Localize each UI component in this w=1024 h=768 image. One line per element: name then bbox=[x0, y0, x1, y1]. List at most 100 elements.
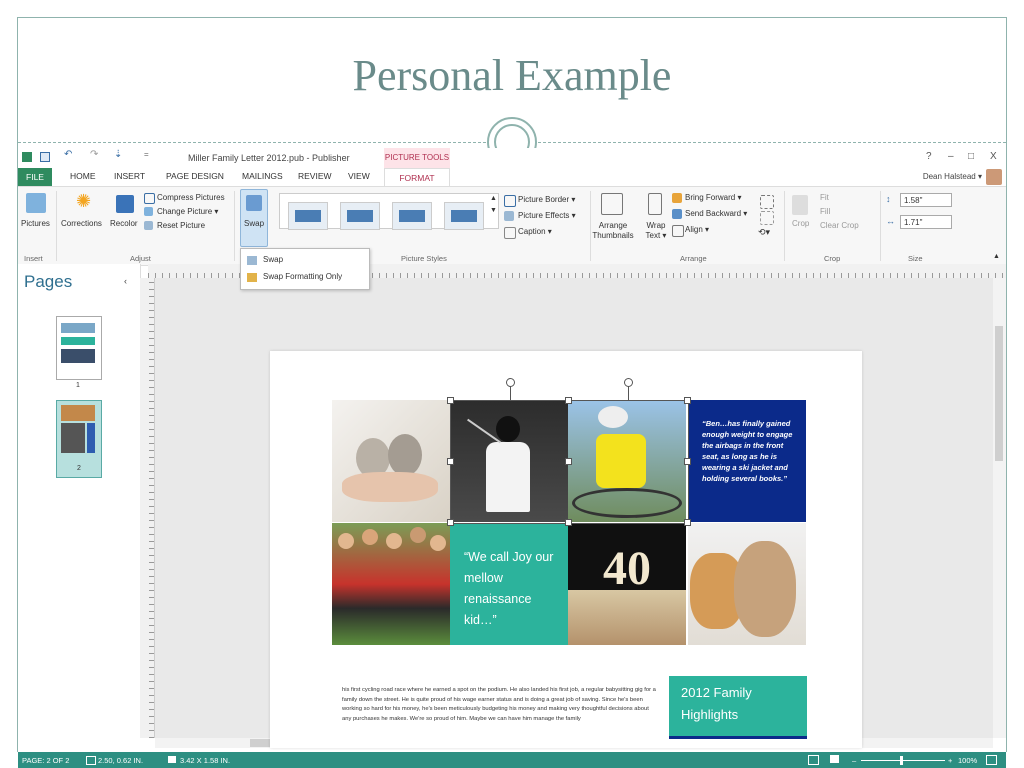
resize-handle[interactable] bbox=[684, 519, 691, 526]
zoom-in-icon[interactable]: + bbox=[948, 756, 952, 765]
fill-button[interactable]: Fill bbox=[820, 207, 830, 216]
vertical-ruler[interactable] bbox=[140, 278, 155, 738]
picture-border-button[interactable]: Picture Border ▾ bbox=[518, 195, 575, 204]
avatar[interactable] bbox=[986, 169, 1002, 185]
family-highlights-heading[interactable]: 2012 Family Highlights bbox=[669, 676, 807, 736]
resize-handle[interactable] bbox=[684, 458, 691, 465]
picture-style-2[interactable] bbox=[340, 202, 380, 230]
crop-button[interactable]: Crop bbox=[792, 219, 809, 228]
birthday-cake-photo[interactable]: 40 bbox=[568, 523, 686, 645]
tab-insert[interactable]: INSERT bbox=[114, 171, 145, 181]
tab-review[interactable]: REVIEW bbox=[298, 171, 332, 181]
resize-handle[interactable] bbox=[447, 519, 454, 526]
swap-icon bbox=[246, 195, 262, 211]
ungroup-icon[interactable] bbox=[760, 211, 774, 225]
width-field[interactable]: 1.71" bbox=[900, 215, 952, 229]
zoom-slider-thumb[interactable] bbox=[900, 756, 903, 765]
close-button[interactable]: X bbox=[990, 151, 997, 162]
resize-handle[interactable] bbox=[447, 458, 454, 465]
bring-forward-button[interactable]: Bring Forward ▾ bbox=[685, 193, 741, 202]
zoom-out-icon[interactable]: – bbox=[852, 756, 856, 765]
rotate-icon[interactable]: ⟲▾ bbox=[758, 227, 770, 238]
tab-view[interactable]: VIEW bbox=[348, 171, 370, 181]
single-page-view-icon[interactable] bbox=[808, 755, 819, 765]
blue-quote-box[interactable]: “Ben…has finally gained enough weight to… bbox=[688, 400, 806, 522]
wrap-text-icon[interactable] bbox=[648, 193, 662, 215]
clear-crop-button[interactable]: Clear Crop bbox=[820, 221, 859, 230]
page-thumbnail-2[interactable]: 2 bbox=[56, 400, 102, 478]
align-button[interactable]: Align ▾ bbox=[685, 225, 709, 234]
pictures-icon[interactable] bbox=[26, 193, 46, 213]
reset-picture-button[interactable]: Reset Picture bbox=[157, 221, 205, 230]
crop-group-label: Crop bbox=[824, 254, 841, 263]
help-button[interactable]: ? bbox=[926, 151, 932, 162]
cat-and-dog-photo[interactable] bbox=[688, 523, 806, 645]
resize-handle[interactable] bbox=[565, 519, 572, 526]
caption-button[interactable]: Caption ▾ bbox=[518, 227, 552, 236]
hamsters-photo[interactable] bbox=[332, 400, 450, 522]
zoom-level[interactable]: 100% bbox=[958, 756, 977, 765]
picture-styles-group-label: Picture Styles bbox=[401, 254, 447, 263]
zoom-slider[interactable] bbox=[861, 760, 945, 761]
swap-dropdown-menu: Swap Swap Formatting Only bbox=[240, 248, 370, 290]
tab-home[interactable]: HOME bbox=[70, 171, 96, 181]
resize-handle[interactable] bbox=[565, 397, 572, 404]
resize-handle[interactable] bbox=[684, 397, 691, 404]
teal-quote-box[interactable]: “We call Joy our mellow renaissance kid…… bbox=[450, 523, 568, 645]
fit-button[interactable]: Fit bbox=[820, 193, 829, 202]
user-name[interactable]: Dean Halstead ▾ bbox=[923, 172, 982, 181]
arrange-thumbnails-button[interactable]: Arrange Thumbnails bbox=[591, 221, 635, 241]
two-page-view-icon[interactable] bbox=[830, 755, 839, 763]
recolor-button[interactable]: Recolor bbox=[110, 219, 138, 228]
tab-format[interactable]: FORMAT bbox=[384, 168, 450, 186]
vertical-scrollbar[interactable] bbox=[993, 278, 1006, 738]
height-field[interactable]: 1.58" bbox=[900, 193, 952, 207]
change-picture-button[interactable]: Change Picture ▾ bbox=[157, 207, 218, 216]
resize-handle[interactable] bbox=[447, 397, 454, 404]
redo-icon[interactable]: ↷ bbox=[90, 149, 100, 160]
format-painter-icon[interactable]: ⇣ bbox=[114, 149, 124, 160]
collapse-ribbon-icon[interactable]: ▲ bbox=[993, 253, 1000, 260]
page-thumbnail-1[interactable] bbox=[56, 316, 102, 380]
minimize-button[interactable]: – bbox=[948, 151, 954, 162]
picture-effects-button[interactable]: Picture Effects ▾ bbox=[518, 211, 576, 220]
picture-style-4[interactable] bbox=[444, 202, 484, 230]
rotation-handle[interactable] bbox=[506, 378, 515, 387]
soccer-girls-photo[interactable] bbox=[332, 523, 450, 645]
picture-style-1[interactable] bbox=[288, 202, 328, 230]
compress-pictures-button[interactable]: Compress Pictures bbox=[157, 193, 225, 202]
align-icon bbox=[672, 225, 684, 237]
send-backward-button[interactable]: Send Backward ▾ bbox=[685, 209, 747, 218]
pictures-button[interactable]: Pictures bbox=[21, 219, 50, 228]
customize-qat-icon[interactable]: = bbox=[144, 150, 154, 160]
gallery-scroll-icon[interactable]: ▲ bbox=[490, 195, 497, 202]
save-icon[interactable] bbox=[40, 152, 50, 162]
body-text[interactable]: his first cycling road race where he ear… bbox=[342, 686, 658, 736]
picture-styles-gallery bbox=[279, 193, 499, 230]
wrap-text-button[interactable]: Wrap Text ▾ bbox=[642, 221, 670, 241]
corrections-icon[interactable]: ✺ bbox=[76, 191, 91, 212]
arrange-thumbnails-icon[interactable] bbox=[601, 193, 623, 215]
picture-border-icon bbox=[504, 195, 516, 207]
restore-button[interactable]: □ bbox=[968, 151, 974, 162]
group-icon[interactable] bbox=[760, 195, 774, 209]
scrollbar-thumb[interactable] bbox=[995, 326, 1003, 461]
gallery-scroll-icon[interactable]: ▼ bbox=[490, 207, 497, 214]
arrange-group-label: Arrange bbox=[680, 254, 707, 263]
collapse-pages-icon[interactable]: ‹ bbox=[124, 276, 127, 286]
undo-icon[interactable]: ↶ bbox=[64, 149, 74, 160]
height-icon: ↕ bbox=[886, 194, 891, 204]
tab-file[interactable]: FILE bbox=[18, 168, 52, 186]
corrections-button[interactable]: Corrections bbox=[61, 219, 102, 228]
picture-style-3[interactable] bbox=[392, 202, 432, 230]
page-indicator[interactable]: PAGE: 2 OF 2 bbox=[22, 756, 69, 765]
recolor-icon[interactable] bbox=[116, 195, 134, 213]
tab-mailings[interactable]: MAILINGS bbox=[242, 171, 283, 181]
crop-icon[interactable] bbox=[792, 195, 808, 215]
tab-page-design[interactable]: PAGE DESIGN bbox=[166, 171, 224, 181]
swap-menu-item[interactable]: Swap bbox=[263, 255, 283, 264]
swap-formatting-only-menu-item[interactable]: Swap Formatting Only bbox=[263, 272, 342, 281]
fit-page-icon[interactable] bbox=[986, 755, 997, 765]
rotation-handle[interactable] bbox=[624, 378, 633, 387]
resize-handle[interactable] bbox=[565, 458, 572, 465]
